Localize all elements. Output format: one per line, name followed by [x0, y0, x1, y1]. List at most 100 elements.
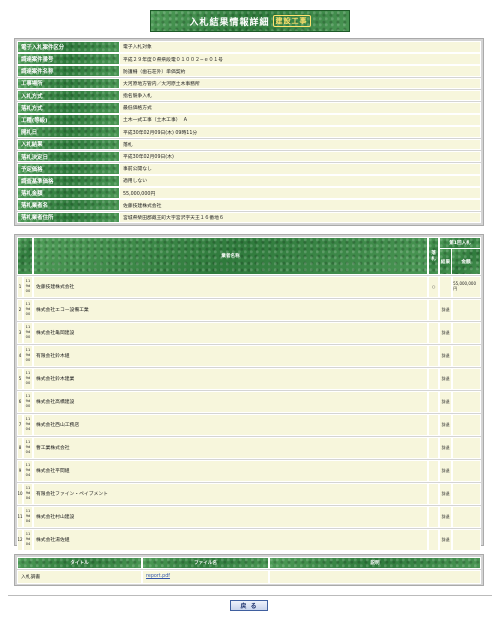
bidder-table-header: 業者名称 落札 第1回入札 結果 金額: [17, 237, 481, 275]
company-name: 株式会社西山工務店: [32, 413, 429, 436]
info-label: 落札業者名: [17, 199, 120, 212]
row-code: 11 9d 04: [22, 436, 33, 459]
info-value: 最低価格方式: [120, 101, 481, 114]
bidder-row: 7 11 9d 04 株式会社西山工務店 辞退: [17, 413, 481, 436]
doc-description: [269, 569, 481, 584]
header-round: 第1回入札 結果 金額: [439, 237, 481, 275]
bidder-row: 9 11 9d 04 株式会社平間組 辞退: [17, 459, 481, 482]
back-button[interactable]: 戻 る: [230, 600, 268, 611]
info-label: 落札業者住所: [17, 211, 120, 224]
award-mark: ○: [428, 275, 440, 298]
bid-amount: [452, 298, 481, 321]
info-value: 電子入札対象: [120, 41, 481, 53]
row-code: 11 9d 00: [22, 344, 33, 367]
bidder-row: 12 11 9d 04 株式会社湯佐組 辞退: [17, 528, 481, 551]
bid-amount: 55,000,000円: [452, 275, 481, 298]
doc-header-title: タイトル: [17, 557, 142, 569]
bidder-row: 2 11 9d 00 株式会社エコー設備工業 辞退: [17, 298, 481, 321]
row-code: 11 9d 04: [22, 459, 33, 482]
bid-result: 辞退: [439, 390, 453, 413]
info-row: 調達案件名称 防護柵（歯石荘外）単価契約: [17, 65, 481, 78]
bid-result: 辞退: [439, 505, 453, 528]
bid-result: 辞退: [439, 482, 453, 505]
doc-title: 入札調書: [17, 569, 142, 584]
info-label: 落札方式: [17, 101, 120, 114]
row-code: 11 9d 00: [22, 275, 33, 298]
info-row: 工種(等級) 土木一式工事（土木工事） Ａ: [17, 114, 481, 126]
header-number: [17, 237, 33, 275]
row-code: 11 9d 00: [22, 367, 33, 390]
bid-info-table: 電子入札案件区分 電子入札対象 調達案件番号 平成２９年度０県県段電０１００２−ｅ０１…: [14, 38, 484, 226]
company-name: 曹工業株式会社: [32, 436, 429, 459]
info-value: 大河原地方管内／大河原土木事務所: [120, 77, 481, 90]
company-name: 株式会社村山建設: [32, 505, 429, 528]
award-mark: [428, 528, 440, 551]
header-result: 結果: [439, 249, 452, 275]
row-code: 11 9d 04: [23, 505, 33, 528]
bid-amount: [452, 321, 481, 344]
info-label: 調達案件番号: [17, 53, 120, 65]
row-code: 11 9d 00: [22, 390, 33, 413]
info-value: 平成30年02月09日(木): [120, 150, 481, 163]
info-row: 調達案件番号 平成２９年度０県県段電０１００２−ｅ０１号: [17, 53, 481, 65]
info-row: 調査基準価格 適用しない: [17, 175, 481, 187]
doc-file-link[interactable]: report.pdf: [146, 574, 170, 579]
info-label: 落札決定日: [17, 150, 120, 163]
doc-header-description: 説明: [269, 557, 481, 569]
info-row: 入札結果 落札: [17, 138, 481, 151]
info-label: 調達案件名称: [17, 65, 120, 78]
bid-amount: [452, 390, 481, 413]
bid-amount: [452, 505, 481, 528]
company-name: 株式会社エコー設備工業: [32, 298, 429, 321]
award-mark: [428, 482, 440, 505]
info-value: 宮城県柴田郡蔵王町大字宮沢字天王１６番地６: [120, 211, 481, 224]
info-row: 落札決定日 平成30年02月09日(木): [17, 150, 481, 163]
row-code-line: 04: [25, 519, 31, 524]
page-title-banner: 入札結果情報詳細 建設工事: [150, 10, 350, 32]
row-code-line: 00: [25, 335, 31, 340]
company-name: 株式会社亀岡建設: [32, 321, 429, 344]
header-round-label: 第1回入札: [439, 237, 481, 249]
info-label: 予定価格: [17, 162, 120, 175]
bidder-table: 業者名称 落札 第1回入札 結果 金額 1 11 9d 00 佐藤技建株式会社 ○ 55,0…: [14, 234, 484, 551]
bidder-row: 10 11 9d 04 有限会社ファイン・ペイブメント 辞退: [17, 482, 481, 505]
company-name: 株式会社平間組: [32, 459, 429, 482]
info-row: 予定価格 事前公開なし: [17, 162, 481, 175]
bidder-row: 6 11 9d 00 株式会社高橋建設 辞退: [17, 390, 481, 413]
row-code: 11 9d 04: [22, 413, 33, 436]
bid-result: 辞退: [439, 528, 453, 551]
info-row: 落札方式 最低価格方式: [17, 101, 481, 114]
award-mark: [428, 367, 440, 390]
info-value: 事前公開なし: [120, 162, 481, 175]
award-mark: [428, 505, 440, 528]
info-value: 平成２９年度０県県段電０１００２−ｅ０１号: [120, 53, 481, 65]
row-code-line: 00: [25, 289, 31, 294]
company-name: 株式会社高橋建設: [32, 390, 429, 413]
company-name: 佐藤技建株式会社: [32, 275, 429, 298]
info-value: 平成30年02月09日(木) 09時11分: [120, 126, 481, 138]
row-code: 11 9d 04: [23, 528, 33, 551]
divider: [8, 595, 492, 596]
row-code-line: 04: [25, 450, 31, 455]
award-mark: [428, 390, 440, 413]
bid-result: 辞退: [439, 298, 453, 321]
info-label: 工事場所: [17, 77, 120, 90]
bid-result: 辞退: [439, 436, 453, 459]
row-code-line: 00: [25, 312, 31, 317]
document-row: 入札調書 report.pdf: [17, 569, 481, 584]
row-code: 11 9d 00: [22, 298, 33, 321]
info-label: 電子入札案件区分: [17, 41, 120, 53]
award-mark: [428, 321, 440, 344]
bid-amount: [452, 436, 481, 459]
row-code: 11 9d 00: [22, 321, 33, 344]
page-title-suffix: 建設工事: [272, 15, 311, 27]
bidder-row: 11 11 9d 04 株式会社村山建設 辞退: [17, 505, 481, 528]
info-label: 入札結果: [17, 138, 120, 151]
company-name: 有限会社鈴木組: [32, 344, 429, 367]
bid-result: 辞退: [439, 413, 453, 436]
info-row: 落札業者名 佐藤技建株式会社: [17, 199, 481, 212]
bidder-rows: 1 11 9d 00 佐藤技建株式会社 ○ 55,000,000円 2 11 9d 00 株式会社エコ…: [17, 275, 481, 551]
row-code-line: 04: [25, 542, 31, 547]
info-row: 工事場所 大河原地方管内／大河原土木事務所: [17, 77, 481, 90]
row-code-line: 00: [25, 404, 31, 409]
